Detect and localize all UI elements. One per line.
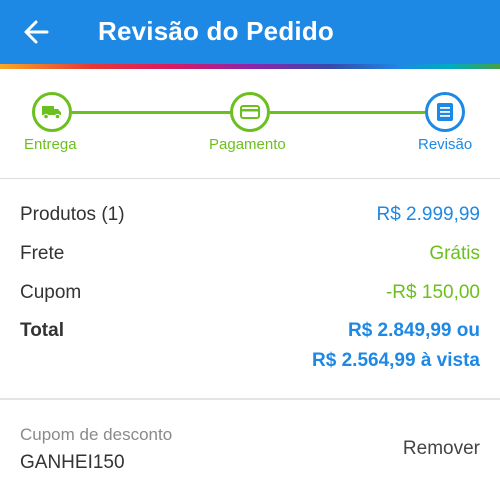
step-revisao[interactable] bbox=[425, 92, 465, 132]
step-connector bbox=[270, 111, 425, 114]
document-icon bbox=[437, 103, 453, 121]
coupon-field-label: Cupom de desconto bbox=[20, 425, 173, 444]
page-title: Revisão do Pedido bbox=[98, 16, 335, 46]
products-value: R$ 2.999,99 bbox=[376, 204, 480, 225]
shipping-value: Grátis bbox=[429, 243, 480, 264]
step-pagamento[interactable] bbox=[230, 92, 270, 132]
app-bar: Revisão do Pedido bbox=[0, 0, 500, 64]
arrow-left-icon bbox=[24, 20, 49, 44]
step-connector bbox=[72, 111, 232, 114]
step-label-revisao: Revisão bbox=[418, 136, 473, 153]
coupon-label: Cupom bbox=[20, 282, 82, 303]
coupon-value: -R$ 150,00 bbox=[385, 282, 480, 303]
shipping-label: Frete bbox=[20, 243, 65, 264]
step-label-pagamento: Pagamento bbox=[209, 136, 286, 153]
step-label-entrega: Entrega bbox=[24, 136, 77, 153]
stepper-divider bbox=[0, 178, 500, 179]
step-entrega[interactable] bbox=[32, 92, 72, 132]
products-label: Produtos (1) bbox=[20, 204, 125, 225]
remove-coupon-button[interactable]: Remover bbox=[403, 438, 480, 460]
truck-icon bbox=[42, 106, 61, 120]
summary-divider bbox=[0, 398, 500, 400]
back-button[interactable] bbox=[22, 18, 50, 46]
checkout-stepper: Entrega Pagamento Revisão bbox=[0, 69, 500, 179]
coupon-code: GANHEI150 bbox=[20, 452, 125, 473]
credit-card-icon bbox=[240, 105, 260, 119]
total-value-cash: R$ 2.564,99 à vista bbox=[312, 350, 480, 371]
total-label: Total bbox=[20, 320, 64, 341]
total-value-installments: R$ 2.849,99 ou bbox=[347, 320, 480, 341]
